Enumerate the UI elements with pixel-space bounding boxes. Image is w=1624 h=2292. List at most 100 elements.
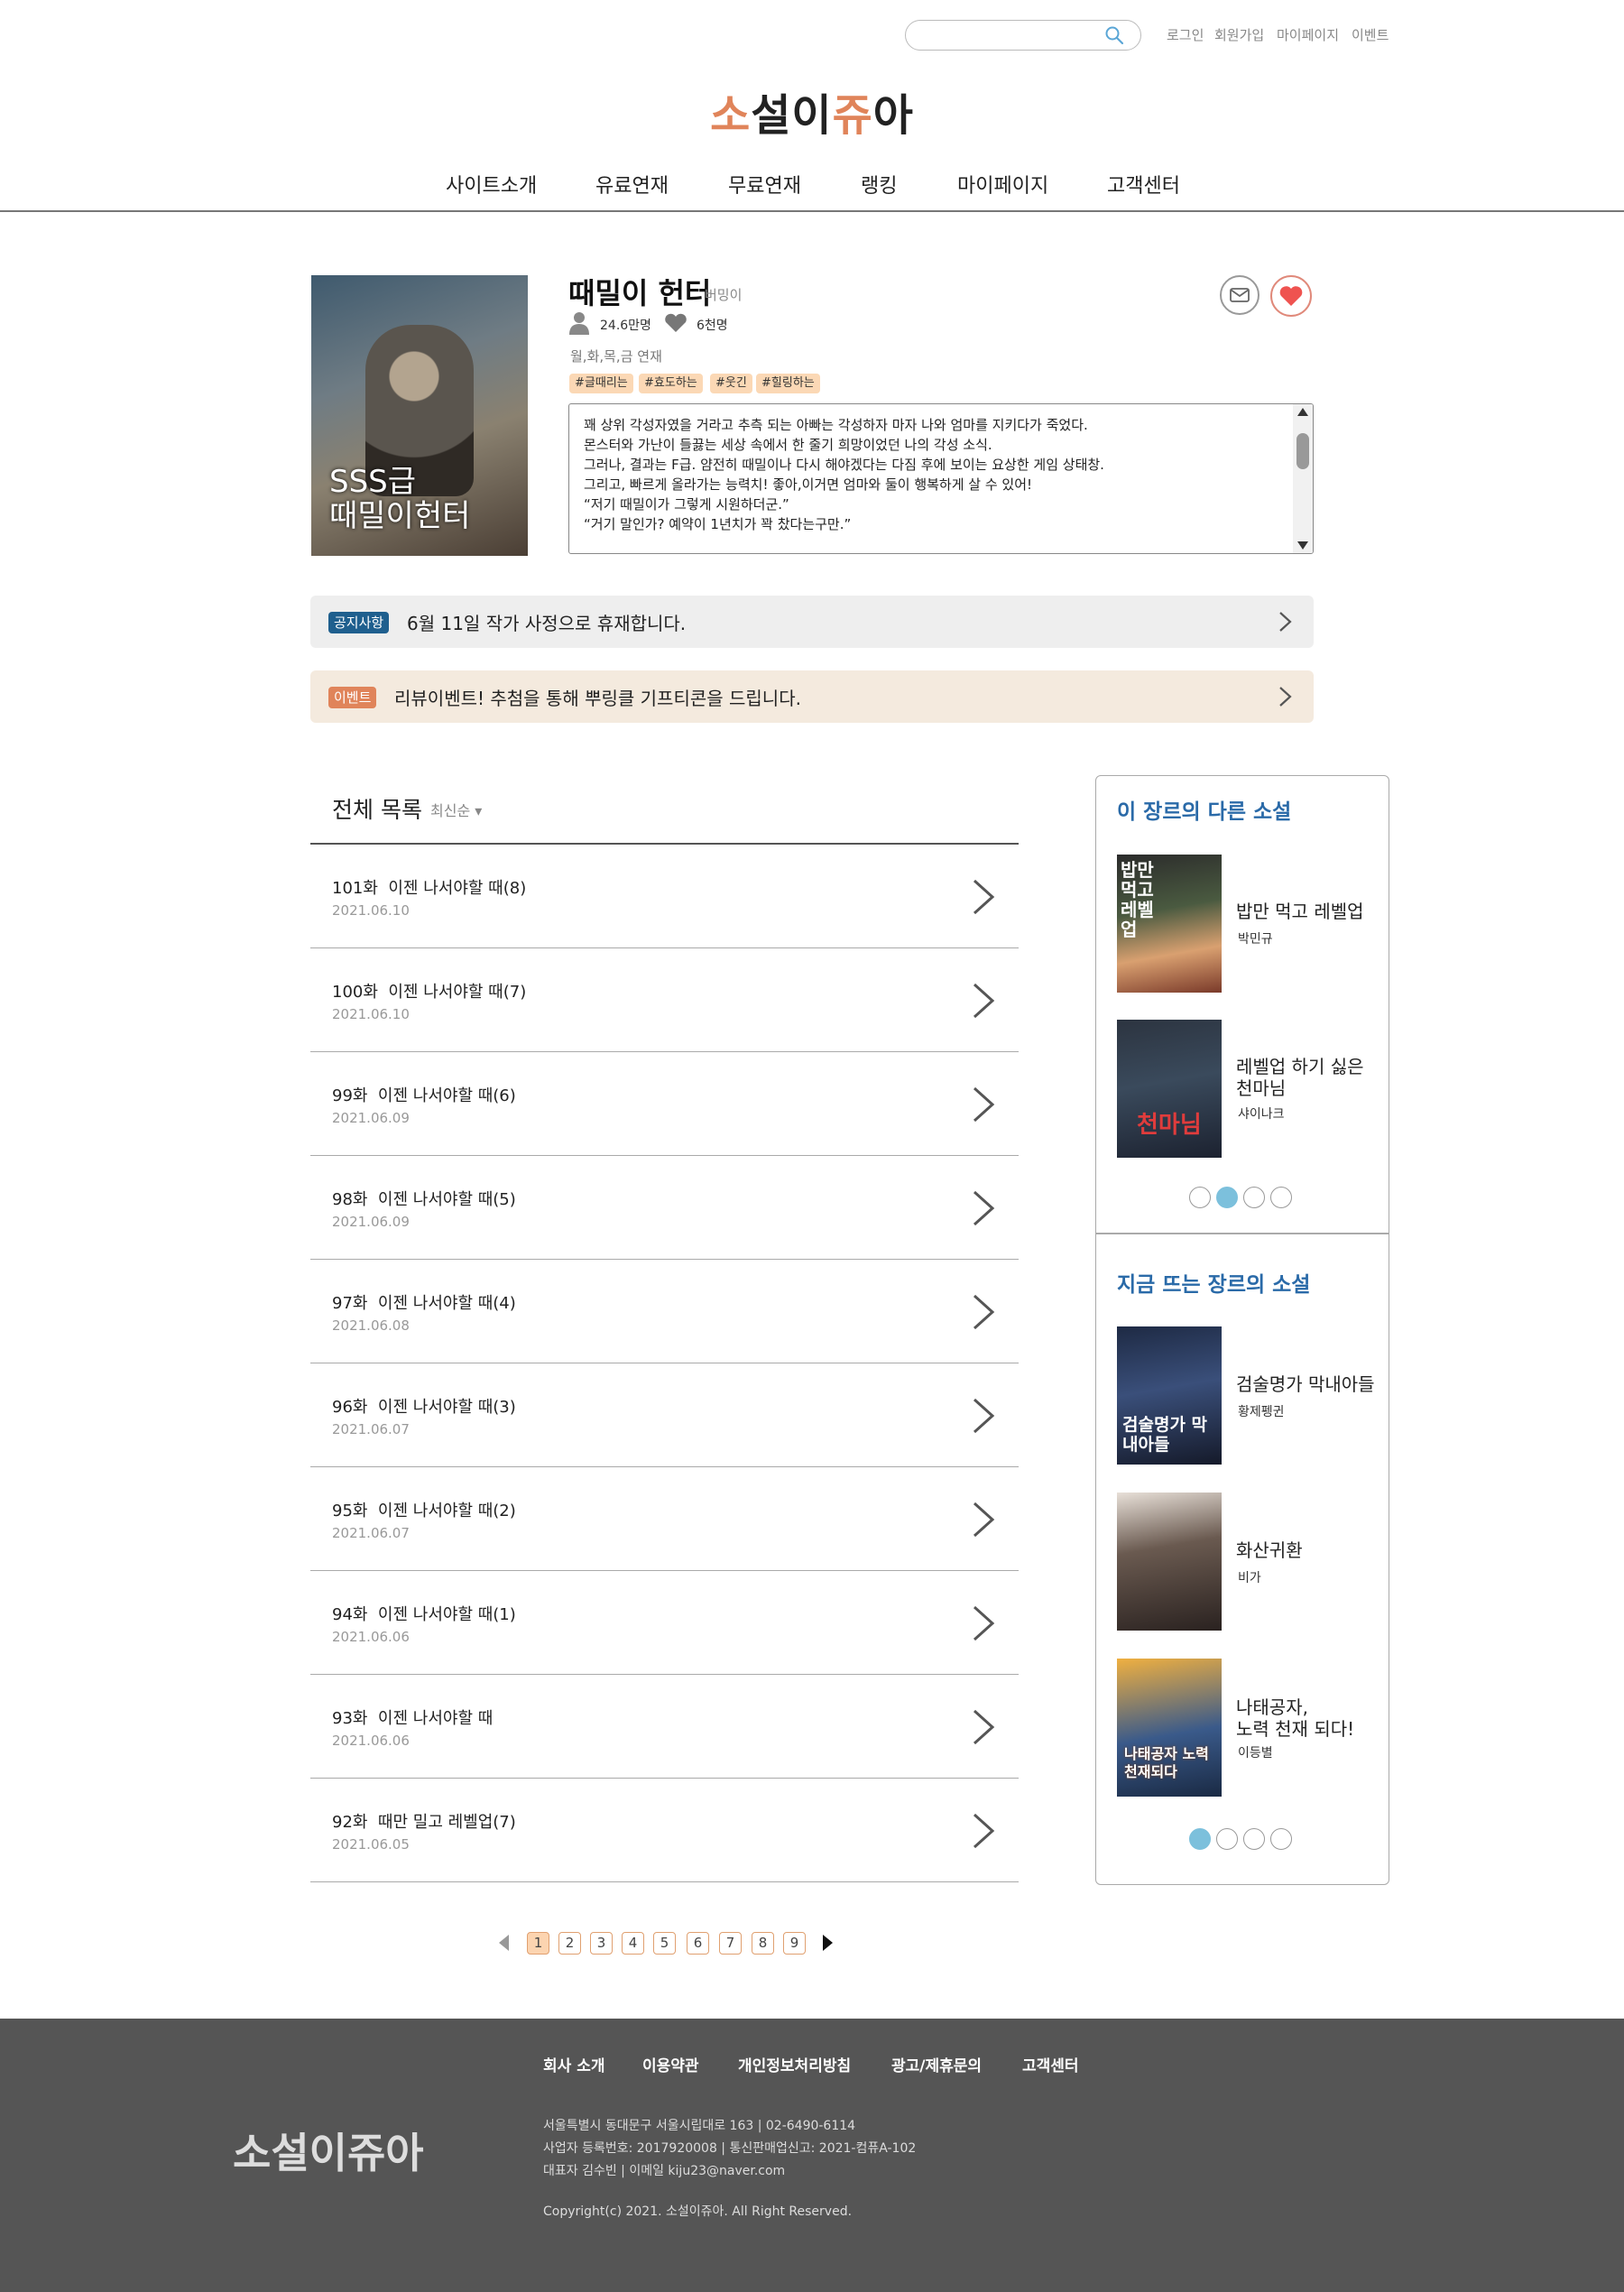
cover-text: 나태공자 노력천재되다	[1124, 1745, 1209, 1780]
tag[interactable]: #힐링하는	[756, 374, 820, 393]
episode-row[interactable]: 101화 이젠 나서야할 때(8) 2021.06.10	[310, 845, 1019, 948]
sort-dropdown[interactable]: 최신순 ▾	[430, 799, 482, 820]
episode-name: 이젠 나서야할 때(6)	[377, 1086, 516, 1105]
novel-title[interactable]: 나태공자, 노력 천재 되다!	[1236, 1696, 1354, 1740]
logo-char: 이	[791, 90, 833, 141]
event-banner[interactable]: 이벤트 리뷰이벤트! 추첨을 통해 뿌링클 기프티콘을 드립니다.	[310, 670, 1314, 723]
footer-logo: 소설이쥬아	[233, 2129, 424, 2177]
novel-title[interactable]: 밥만 먹고 레벨업	[1236, 901, 1364, 922]
scrollbar[interactable]	[1293, 404, 1313, 553]
novel-title[interactable]: 검술명가 막내아들	[1236, 1373, 1375, 1395]
page-button[interactable]: 5	[653, 1932, 676, 1955]
episode-name: 이젠 나서야할 때(4)	[377, 1294, 516, 1313]
episode-title[interactable]: 99화 이젠 나서야할 때(6)	[332, 1083, 516, 1106]
book-author[interactable]: 버밍이	[705, 285, 742, 304]
carousel-dot[interactable]	[1243, 1187, 1265, 1208]
carousel-dot[interactable]	[1270, 1828, 1292, 1850]
novel-title[interactable]: 레벨업 하기 싫은 천마님	[1236, 1056, 1364, 1099]
novel-cover[interactable]: 밥만 먹고 레벨업	[1117, 855, 1222, 993]
page-button[interactable]: 4	[622, 1932, 644, 1955]
episode-title[interactable]: 94화 이젠 나서야할 때(1)	[332, 1602, 516, 1625]
carousel-dot-active[interactable]	[1189, 1828, 1211, 1850]
nav-free-serial[interactable]: 무료연재	[728, 170, 801, 199]
episode-title[interactable]: 97화 이젠 나서야할 때(4)	[332, 1290, 516, 1314]
carousel-dot[interactable]	[1270, 1187, 1292, 1208]
page-button[interactable]: 7	[719, 1932, 742, 1955]
signup-link[interactable]: 회원가입	[1214, 25, 1264, 44]
footer-contact: 대표자 김수빈 | 이메일 kiju23@naver.com	[543, 2164, 786, 2178]
footer-link-privacy[interactable]: 개인정보처리방침	[738, 2053, 851, 2075]
episode-row[interactable]: 96화 이젠 나서야할 때(3) 2021.06.07	[310, 1363, 1019, 1467]
novel-cover[interactable]: 천마님	[1117, 1020, 1222, 1158]
episode-number: 93화	[332, 1709, 368, 1728]
episode-row[interactable]: 95화 이젠 나서야할 때(2) 2021.06.07	[310, 1467, 1019, 1571]
novel-title[interactable]: 화산귀환	[1236, 1539, 1303, 1561]
chevron-right-icon	[973, 1294, 995, 1330]
episode-row[interactable]: 94화 이젠 나서야할 때(1) 2021.06.06	[310, 1571, 1019, 1675]
carousel-dot-active[interactable]	[1216, 1187, 1238, 1208]
novel-author: 샤이나크	[1238, 1107, 1285, 1122]
episode-row[interactable]: 99화 이젠 나서야할 때(6) 2021.06.09	[310, 1052, 1019, 1156]
heart-icon	[1279, 286, 1303, 306]
scroll-thumb[interactable]	[1296, 433, 1309, 469]
episode-title[interactable]: 95화 이젠 나서야할 때(2)	[332, 1498, 516, 1521]
site-logo[interactable]: 소설이쥬아	[0, 79, 1624, 143]
synopsis-box[interactable]: 꽤 상위 각성자였을 거라고 추측 되는 아빠는 각성하자 마자 나와 엄마를 …	[568, 403, 1314, 554]
episode-title[interactable]: 92화 때만 밀고 레벨업(7)	[332, 1809, 516, 1833]
page-button[interactable]: 2	[558, 1932, 581, 1955]
nav-customer-center[interactable]: 고객센터	[1107, 170, 1180, 199]
tag[interactable]: #웃긴	[710, 374, 752, 393]
tag[interactable]: #효도하는	[639, 374, 703, 393]
episode-date: 2021.06.09	[332, 1214, 410, 1230]
notice-banner[interactable]: 공지사항 6월 11일 작가 사정으로 휴재합니다.	[310, 596, 1314, 648]
episode-row[interactable]: 98화 이젠 나서야할 때(5) 2021.06.09	[310, 1156, 1019, 1260]
mypage-link[interactable]: 마이페이지	[1277, 25, 1339, 44]
episode-title[interactable]: 100화 이젠 나서야할 때(7)	[332, 979, 526, 1003]
episode-title[interactable]: 98화 이젠 나서야할 때(5)	[332, 1187, 516, 1210]
chevron-right-icon	[973, 1709, 995, 1745]
episode-title[interactable]: 93화 이젠 나서야할 때	[332, 1705, 493, 1729]
view-count: 24.6만명	[600, 319, 651, 333]
novel-cover[interactable]: 검술명가 막내아들	[1117, 1326, 1222, 1465]
footer-copyright: Copyright(c) 2021. 소설이쥬아. All Right Rese…	[543, 2204, 853, 2219]
episode-title[interactable]: 96화 이젠 나서야할 때(3)	[332, 1394, 516, 1418]
novel-cover[interactable]: 나태공자 노력천재되다	[1117, 1659, 1222, 1797]
search-icon[interactable]	[1103, 24, 1125, 46]
scroll-up-arrow-icon[interactable]	[1297, 408, 1308, 416]
episode-date: 2021.06.07	[332, 1525, 410, 1541]
footer-link-support[interactable]: 고객센터	[1022, 2053, 1079, 2075]
prev-page-arrow-icon[interactable]	[499, 1935, 509, 1951]
scroll-down-arrow-icon[interactable]	[1297, 541, 1308, 550]
page-button[interactable]: 1	[527, 1932, 549, 1955]
carousel-dot[interactable]	[1189, 1187, 1211, 1208]
like-button[interactable]	[1270, 275, 1312, 317]
page-button[interactable]: 6	[687, 1932, 709, 1955]
episode-title[interactable]: 101화 이젠 나서야할 때(8)	[332, 875, 526, 899]
message-button[interactable]	[1220, 275, 1260, 315]
episode-row[interactable]: 100화 이젠 나서야할 때(7) 2021.06.10	[310, 948, 1019, 1052]
footer-link-terms[interactable]: 이용약관	[642, 2053, 699, 2075]
login-link[interactable]: 로그인	[1167, 25, 1204, 44]
event-link[interactable]: 이벤트	[1352, 25, 1389, 44]
footer-link-company[interactable]: 회사 소개	[543, 2053, 604, 2075]
page-button[interactable]: 3	[590, 1932, 613, 1955]
episode-date: 2021.06.08	[332, 1317, 410, 1334]
carousel-dot[interactable]	[1216, 1828, 1238, 1850]
episode-row[interactable]: 92화 때만 밀고 레벨업(7) 2021.06.05	[310, 1779, 1019, 1882]
tag[interactable]: #글때리는	[569, 374, 633, 393]
nav-site-intro[interactable]: 사이트소개	[446, 170, 537, 199]
novel-cover[interactable]	[1117, 1493, 1222, 1631]
chevron-right-icon	[973, 983, 995, 1019]
nav-mypage[interactable]: 마이페이지	[957, 170, 1048, 199]
chevron-right-icon	[973, 1605, 995, 1641]
episode-row[interactable]: 97화 이젠 나서야할 때(4) 2021.06.08	[310, 1260, 1019, 1363]
footer-link-ads[interactable]: 광고/제휴문의	[891, 2053, 982, 2075]
next-page-arrow-icon[interactable]	[823, 1935, 833, 1951]
episode-row[interactable]: 93화 이젠 나서야할 때 2021.06.06	[310, 1675, 1019, 1779]
nav-paid-serial[interactable]: 유료연재	[595, 170, 669, 199]
page-button[interactable]: 8	[752, 1932, 774, 1955]
nav-ranking[interactable]: 랭킹	[861, 170, 897, 199]
page-button[interactable]: 9	[783, 1932, 806, 1955]
carousel-dot[interactable]	[1243, 1828, 1265, 1850]
user-icon	[569, 312, 589, 335]
